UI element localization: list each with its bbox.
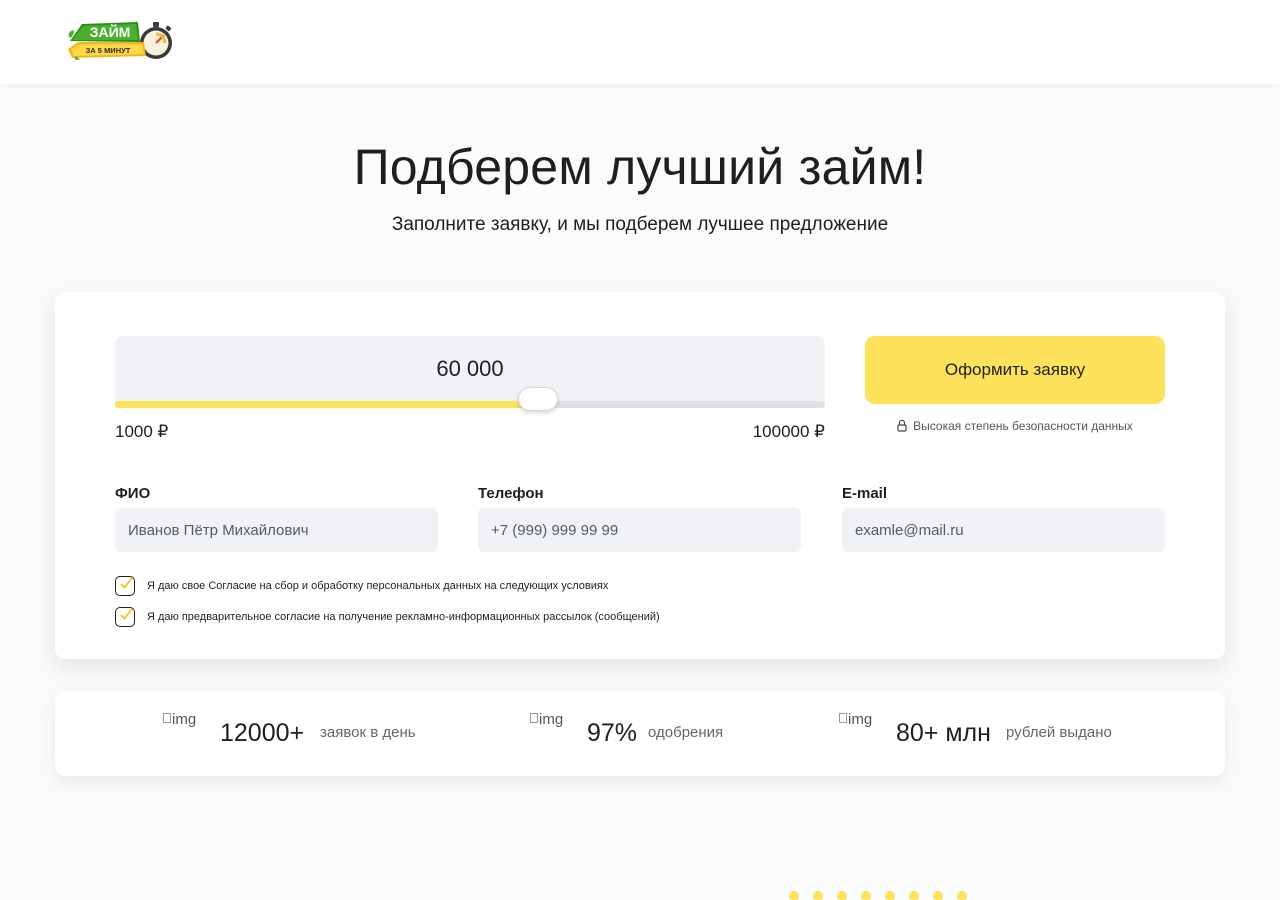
security-note: Высокая степень безопасности данных [865, 419, 1165, 435]
email-input[interactable] [842, 508, 1165, 552]
amount-slider-thumb[interactable] [518, 387, 558, 411]
stats-panel: img 12000+ заявок в день img 97% одобрен… [55, 691, 1225, 776]
submit-application-button[interactable]: Оформить заявку [865, 336, 1165, 404]
checkmark-icon [120, 577, 133, 589]
stat-image: img [530, 711, 563, 728]
consent-personal-data-text: Я даю свое Согласие на сбор и обработку … [147, 580, 609, 592]
amount-slider-fill [115, 401, 538, 408]
consent-personal-data[interactable]: Я даю свое Согласие на сбор и обработку … [115, 576, 608, 596]
amount-display: 60 000 [115, 336, 825, 408]
stat-image: img [163, 711, 196, 728]
lock-icon [897, 419, 907, 435]
checkmark-icon [120, 608, 133, 620]
svg-text:ЗА 5 МИНУТ: ЗА 5 МИНУТ [86, 46, 131, 55]
amount-min-label: 1000 ₽ [115, 422, 169, 441]
name-field-label: ФИО [115, 485, 151, 502]
security-note-text: Высокая степень безопасности данных [913, 419, 1133, 433]
svg-text:ЗАЙМ: ЗАЙМ [90, 23, 131, 40]
name-input[interactable] [115, 508, 438, 552]
page-subtitle: Заполните заявку, и мы подберем лучшее п… [391, 214, 889, 235]
amount-max-label: 100000 ₽ [752, 422, 825, 441]
loan-form-card: 60 000 1000 ₽ 100000 ₽ Оформить заявку В… [55, 292, 1225, 659]
logo[interactable]: ЗАЙМ ЗА 5 МИНУТ [68, 16, 176, 62]
consent-marketing-checkbox[interactable] [115, 607, 135, 627]
stat-label: одобрения [648, 724, 724, 741]
phone-field-label: Телефон [478, 485, 544, 502]
stat-number: 80+ млн [896, 719, 991, 747]
phone-input[interactable] [478, 508, 801, 552]
logo-stopwatch-icon: ЗАЙМ ЗА 5 МИНУТ [68, 22, 172, 60]
consent-personal-data-checkbox[interactable] [115, 576, 135, 596]
stat-label: заявок в день [320, 724, 416, 741]
decorative-dots [789, 891, 981, 900]
stat-label: рублей выдано [1006, 724, 1112, 741]
amount-value: 60 000 [436, 356, 504, 381]
site-header: ЗАЙМ ЗА 5 МИНУТ [0, 0, 1280, 84]
consent-marketing[interactable]: Я даю предварительное согласие на получе… [115, 607, 660, 627]
stat-number: 12000+ [220, 719, 305, 747]
consent-marketing-text: Я даю предварительное согласие на получе… [147, 611, 660, 623]
email-field-label: E-mail [842, 485, 888, 502]
stat-image: img [839, 711, 872, 728]
page-title: Подберем лучший займ! [353, 139, 927, 195]
stat-number: 97% [587, 719, 638, 747]
amount-slider[interactable] [115, 387, 825, 411]
